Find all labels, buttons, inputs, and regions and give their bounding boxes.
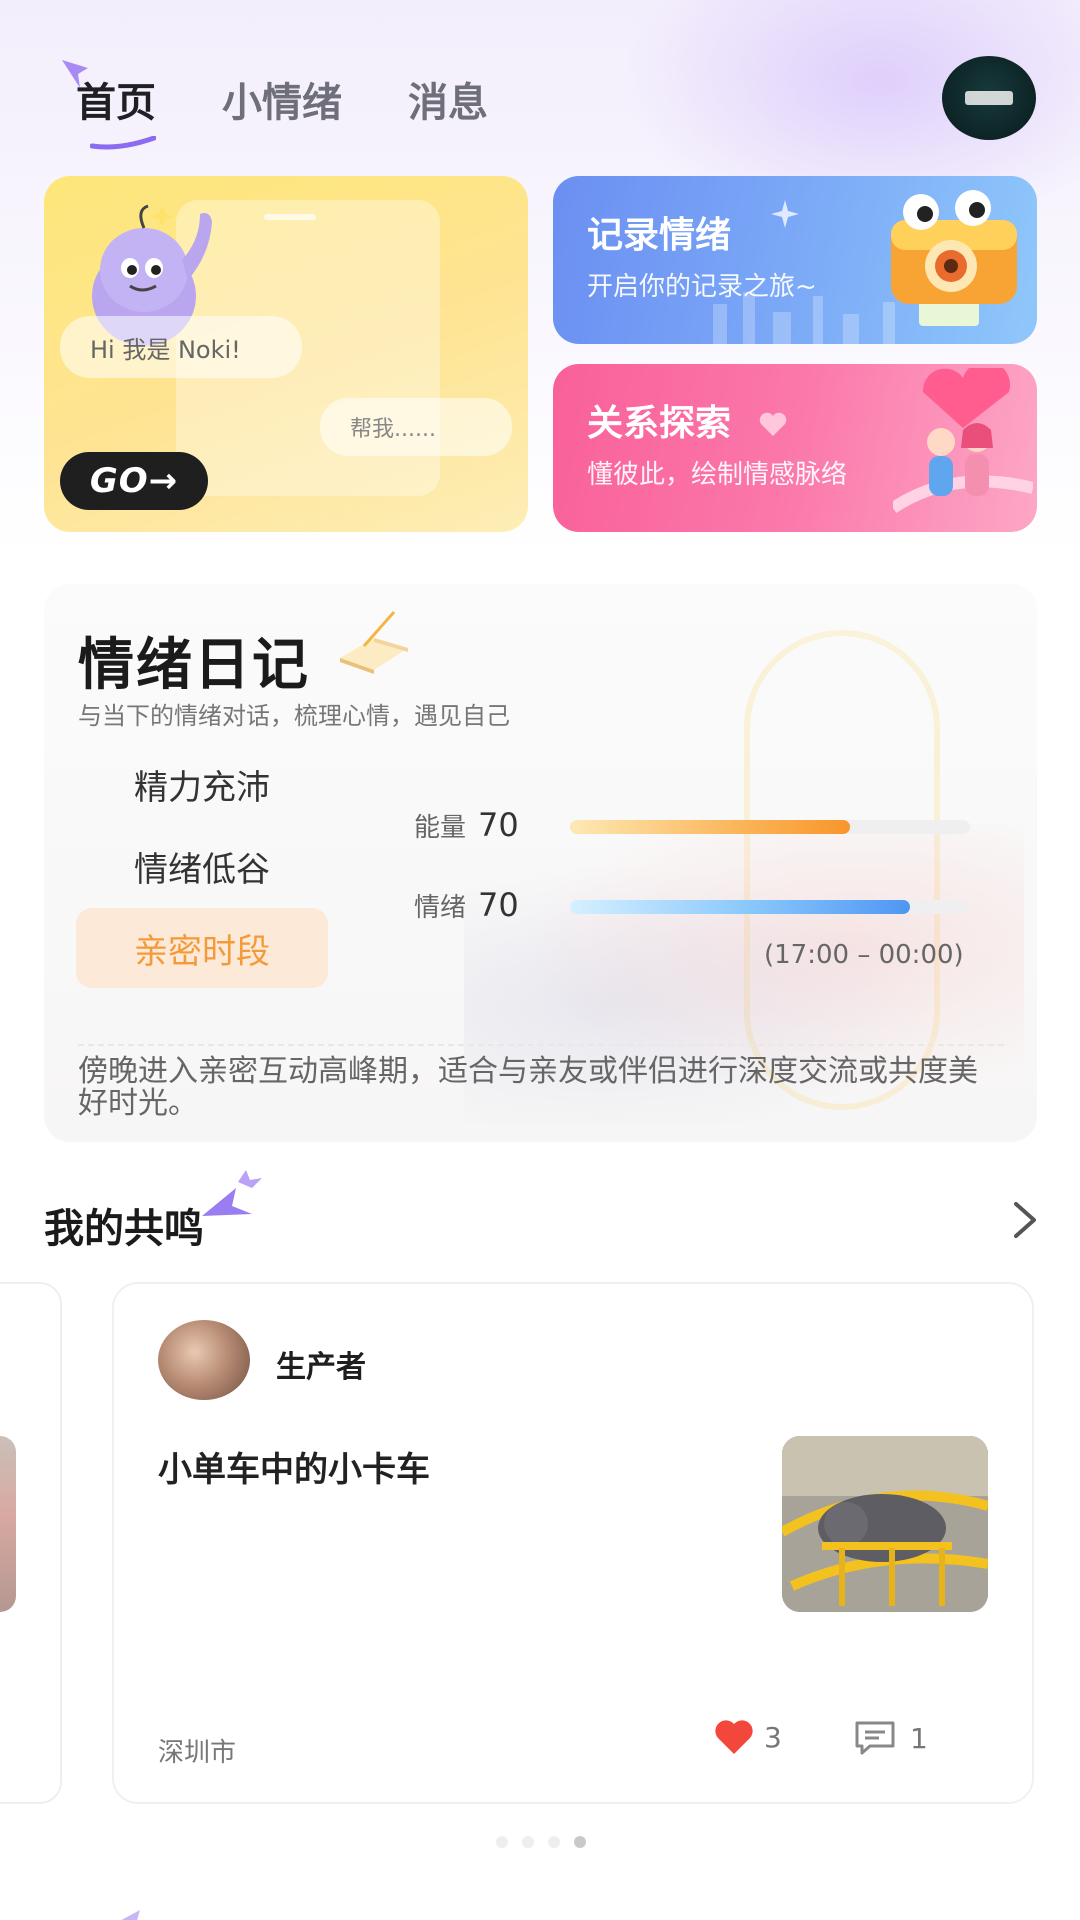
cat-in-bike-basket-image <box>782 1436 988 1612</box>
tab-emotions-label: 小情绪 <box>222 80 342 126</box>
mood-option-selected[interactable]: 亲密时段 <box>76 908 328 988</box>
mood-value: 70 <box>478 886 519 924</box>
comment-count: 1 <box>910 1721 928 1755</box>
pager-dot[interactable] <box>496 1836 508 1848</box>
sparkle-icon <box>202 1170 262 1216</box>
top-tabs: 首页 小情绪 消息 <box>62 60 488 150</box>
relation-card-title: 关系探索 <box>587 403 732 444</box>
chevron-right-icon[interactable] <box>1010 1200 1040 1240</box>
relation-explore-card[interactable]: 关系探索 懂彼此，绘制情感脉络 <box>553 364 1037 532</box>
previous-post-thumbnail <box>0 1436 16 1612</box>
pager-dot[interactable] <box>522 1836 534 1848</box>
comment-icon <box>855 1721 895 1755</box>
mood-list: 精力充沛 情绪低谷 亲密时段 <box>76 744 328 990</box>
comment-button[interactable]: 1 <box>854 1720 928 1756</box>
author-avatar[interactable] <box>158 1320 250 1400</box>
previous-post-card[interactable] <box>0 1282 62 1804</box>
noki-prompt-bubble[interactable]: 帮我...... <box>320 398 512 456</box>
time-range: (17:00 – 00:00) <box>764 940 964 970</box>
tab-emotions[interactable]: 小情绪 <box>222 70 342 128</box>
avatar-image-detail <box>965 91 1013 105</box>
user-avatar[interactable] <box>942 56 1036 140</box>
pager-dot-active[interactable] <box>574 1836 586 1848</box>
tab-underline <box>90 136 156 150</box>
energy-value: 70 <box>478 806 519 844</box>
emotion-diary-card[interactable]: 情绪日记 与当下的情绪对话，梳理心情，遇见自己 精力充沛 情绪低谷 亲密时段 能… <box>44 584 1037 1142</box>
mood-option[interactable]: 情绪低谷 <box>76 826 328 906</box>
like-button[interactable]: 3 <box>714 1720 782 1754</box>
sparkle-icon <box>771 200 799 228</box>
energy-bar-fill <box>570 820 850 834</box>
diary-divider <box>78 1044 1004 1046</box>
post-location: 深圳市 <box>158 1738 237 1768</box>
go-button[interactable]: GO→ <box>60 452 208 510</box>
relation-card-subtitle: 懂彼此，绘制情感脉络 <box>587 460 848 490</box>
post-text: 小单车中的小卡车 <box>158 1450 430 1490</box>
tab-messages-label: 消息 <box>408 80 488 126</box>
mood-option[interactable]: 精力充沛 <box>76 744 328 824</box>
post-author[interactable]: 生产者 <box>276 1342 366 1386</box>
noki-card[interactable]: Hi 我是 Noki! 帮我...... GO→ <box>44 176 528 532</box>
resonance-section-title: 我的共鸣 <box>44 1206 204 1252</box>
diary-description: 傍晚进入亲密互动高峰期，适合与亲友或伴侣进行深度交流或共度美好时光。 <box>78 1054 978 1121</box>
diary-subtitle: 与当下的情绪对话，梳理心情，遇见自己 <box>78 702 510 730</box>
record-card-title: 记录情绪 <box>587 215 732 256</box>
diary-title: 情绪日记 <box>78 633 310 698</box>
record-emotion-card[interactable]: 记录情绪 开启你的记录之旅~ <box>553 176 1037 344</box>
sparkle-icon <box>121 1910 140 1920</box>
like-count: 3 <box>764 1720 782 1754</box>
sparkle-icon <box>62 60 88 88</box>
couple-icon <box>893 368 1033 514</box>
mood-label: 情绪 <box>414 893 467 923</box>
mood-metric: 情绪 70 <box>414 886 519 924</box>
energy-bar <box>570 820 970 834</box>
tab-home[interactable]: 首页 <box>62 60 156 150</box>
camera-icon <box>891 190 1017 326</box>
carousel-pager <box>496 1836 586 1848</box>
resonance-post-card[interactable]: 生产者 小单车中的小卡车 深圳市 3 1 <box>112 1282 1034 1804</box>
mood-bar <box>570 900 970 914</box>
mood-bar-fill <box>570 900 910 914</box>
book-icon <box>340 611 408 674</box>
pager-dot[interactable] <box>548 1836 560 1848</box>
noki-greeting-bubble: Hi 我是 Noki! <box>60 316 302 378</box>
record-card-subtitle: 开启你的记录之旅~ <box>587 272 817 302</box>
heart-icon <box>759 412 787 436</box>
energy-label: 能量 <box>414 813 467 843</box>
tab-messages[interactable]: 消息 <box>408 70 488 128</box>
heart-icon <box>715 1720 753 1754</box>
energy-metric: 能量 70 <box>414 806 519 844</box>
post-photo[interactable] <box>782 1436 988 1612</box>
